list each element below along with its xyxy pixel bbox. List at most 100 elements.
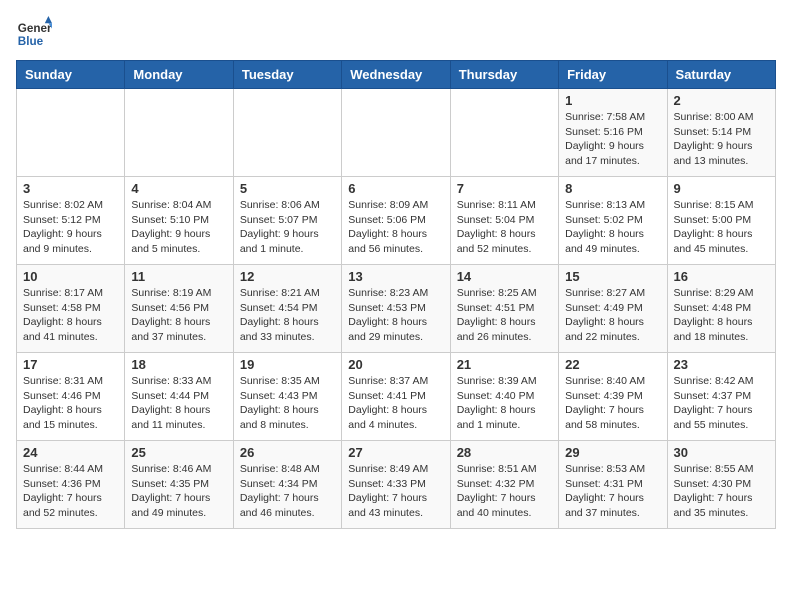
day-info: Sunrise: 8:39 AM Sunset: 4:40 PM Dayligh…	[457, 374, 552, 433]
calendar-day-cell: 7 Sunrise: 8:11 AM Sunset: 5:04 PM Daylig…	[450, 177, 558, 265]
calendar-day-cell	[233, 89, 341, 177]
calendar-day-cell: 27 Sunrise: 8:49 AM Sunset: 4:33 PM Dayli…	[342, 441, 450, 529]
day-number: 21	[457, 357, 552, 372]
day-number: 20	[348, 357, 443, 372]
day-info: Sunrise: 8:31 AM Sunset: 4:46 PM Dayligh…	[23, 374, 118, 433]
calendar-day-cell: 4 Sunrise: 8:04 AM Sunset: 5:10 PM Daylig…	[125, 177, 233, 265]
calendar-day-cell: 30 Sunrise: 8:55 AM Sunset: 4:30 PM Dayli…	[667, 441, 775, 529]
calendar-week-row: 24 Sunrise: 8:44 AM Sunset: 4:36 PM Dayli…	[17, 441, 776, 529]
calendar-day-cell: 6 Sunrise: 8:09 AM Sunset: 5:06 PM Daylig…	[342, 177, 450, 265]
svg-text:Blue: Blue	[18, 35, 44, 48]
weekday-header-row: SundayMondayTuesdayWednesdayThursdayFrid…	[17, 61, 776, 89]
calendar-day-cell	[450, 89, 558, 177]
calendar-day-cell: 20 Sunrise: 8:37 AM Sunset: 4:41 PM Dayli…	[342, 353, 450, 441]
calendar-day-cell: 14 Sunrise: 8:25 AM Sunset: 4:51 PM Dayli…	[450, 265, 558, 353]
day-info: Sunrise: 8:11 AM Sunset: 5:04 PM Dayligh…	[457, 198, 552, 257]
day-info: Sunrise: 8:13 AM Sunset: 5:02 PM Dayligh…	[565, 198, 660, 257]
day-number: 18	[131, 357, 226, 372]
day-number: 17	[23, 357, 118, 372]
day-number: 19	[240, 357, 335, 372]
day-info: Sunrise: 8:27 AM Sunset: 4:49 PM Dayligh…	[565, 286, 660, 345]
day-info: Sunrise: 8:19 AM Sunset: 4:56 PM Dayligh…	[131, 286, 226, 345]
day-number: 27	[348, 445, 443, 460]
calendar-day-cell	[125, 89, 233, 177]
calendar-day-cell: 24 Sunrise: 8:44 AM Sunset: 4:36 PM Dayli…	[17, 441, 125, 529]
day-number: 13	[348, 269, 443, 284]
day-number: 10	[23, 269, 118, 284]
calendar-day-cell: 16 Sunrise: 8:29 AM Sunset: 4:48 PM Dayli…	[667, 265, 775, 353]
day-info: Sunrise: 8:29 AM Sunset: 4:48 PM Dayligh…	[674, 286, 769, 345]
day-info: Sunrise: 8:37 AM Sunset: 4:41 PM Dayligh…	[348, 374, 443, 433]
day-info: Sunrise: 8:48 AM Sunset: 4:34 PM Dayligh…	[240, 462, 335, 521]
day-number: 12	[240, 269, 335, 284]
day-info: Sunrise: 8:51 AM Sunset: 4:32 PM Dayligh…	[457, 462, 552, 521]
calendar-body: 1 Sunrise: 7:58 AM Sunset: 5:16 PM Daylig…	[17, 89, 776, 529]
weekday-header-cell: Monday	[125, 61, 233, 89]
calendar-day-cell: 17 Sunrise: 8:31 AM Sunset: 4:46 PM Dayli…	[17, 353, 125, 441]
calendar-day-cell: 19 Sunrise: 8:35 AM Sunset: 4:43 PM Dayli…	[233, 353, 341, 441]
calendar-day-cell: 28Sunrise: 8:51 AM Sunset: 4:32 PM Dayli…	[450, 441, 558, 529]
logo: General Blue	[16, 16, 52, 52]
day-number: 24	[23, 445, 118, 460]
calendar-day-cell	[342, 89, 450, 177]
logo-icon: General Blue	[16, 16, 52, 52]
calendar-day-cell: 25 Sunrise: 8:46 AM Sunset: 4:35 PM Dayli…	[125, 441, 233, 529]
calendar-day-cell: 8Sunrise: 8:13 AM Sunset: 5:02 PM Daylig…	[559, 177, 667, 265]
day-info: Sunrise: 8:42 AM Sunset: 4:37 PM Dayligh…	[674, 374, 769, 433]
weekday-header-cell: Tuesday	[233, 61, 341, 89]
day-number: 30	[674, 445, 769, 460]
day-info: Sunrise: 8:46 AM Sunset: 4:35 PM Dayligh…	[131, 462, 226, 521]
calendar-day-cell: 9Sunrise: 8:15 AM Sunset: 5:00 PM Daylig…	[667, 177, 775, 265]
day-number: 16	[674, 269, 769, 284]
day-info: Sunrise: 8:44 AM Sunset: 4:36 PM Dayligh…	[23, 462, 118, 521]
day-info: Sunrise: 8:17 AM Sunset: 4:58 PM Dayligh…	[23, 286, 118, 345]
calendar-day-cell: 21 Sunrise: 8:39 AM Sunset: 4:40 PM Dayli…	[450, 353, 558, 441]
day-info: Sunrise: 8:33 AM Sunset: 4:44 PM Dayligh…	[131, 374, 226, 433]
day-number: 22	[565, 357, 660, 372]
day-number: 25	[131, 445, 226, 460]
day-info: Sunrise: 8:55 AM Sunset: 4:30 PM Dayligh…	[674, 462, 769, 521]
day-info: Sunrise: 7:58 AM Sunset: 5:16 PM Dayligh…	[565, 110, 660, 169]
calendar-day-cell: 11 Sunrise: 8:19 AM Sunset: 4:56 PM Dayli…	[125, 265, 233, 353]
calendar-day-cell: 1 Sunrise: 7:58 AM Sunset: 5:16 PM Daylig…	[559, 89, 667, 177]
day-number: 4	[131, 181, 226, 196]
day-number: 7	[457, 181, 552, 196]
calendar-week-row: 17 Sunrise: 8:31 AM Sunset: 4:46 PM Dayli…	[17, 353, 776, 441]
calendar-day-cell: 3 Sunrise: 8:02 AM Sunset: 5:12 PM Daylig…	[17, 177, 125, 265]
day-info: Sunrise: 8:06 AM Sunset: 5:07 PM Dayligh…	[240, 198, 335, 257]
day-number: 3	[23, 181, 118, 196]
calendar: SundayMondayTuesdayWednesdayThursdayFrid…	[16, 60, 776, 529]
day-info: Sunrise: 8:49 AM Sunset: 4:33 PM Dayligh…	[348, 462, 443, 521]
day-info: Sunrise: 8:35 AM Sunset: 4:43 PM Dayligh…	[240, 374, 335, 433]
day-info: Sunrise: 8:02 AM Sunset: 5:12 PM Dayligh…	[23, 198, 118, 257]
day-info: Sunrise: 8:23 AM Sunset: 4:53 PM Dayligh…	[348, 286, 443, 345]
day-number: 29	[565, 445, 660, 460]
calendar-day-cell	[17, 89, 125, 177]
weekday-header-cell: Sunday	[17, 61, 125, 89]
day-info: Sunrise: 8:21 AM Sunset: 4:54 PM Dayligh…	[240, 286, 335, 345]
day-info: Sunrise: 8:00 AM Sunset: 5:14 PM Dayligh…	[674, 110, 769, 169]
calendar-day-cell: 5Sunrise: 8:06 AM Sunset: 5:07 PM Daylig…	[233, 177, 341, 265]
calendar-week-row: 3 Sunrise: 8:02 AM Sunset: 5:12 PM Daylig…	[17, 177, 776, 265]
day-info: Sunrise: 8:04 AM Sunset: 5:10 PM Dayligh…	[131, 198, 226, 257]
day-number: 11	[131, 269, 226, 284]
weekday-header-cell: Thursday	[450, 61, 558, 89]
day-info: Sunrise: 8:25 AM Sunset: 4:51 PM Dayligh…	[457, 286, 552, 345]
calendar-day-cell: 22 Sunrise: 8:40 AM Sunset: 4:39 PM Dayli…	[559, 353, 667, 441]
day-number: 6	[348, 181, 443, 196]
calendar-day-cell: 2Sunrise: 8:00 AM Sunset: 5:14 PM Daylig…	[667, 89, 775, 177]
day-info: Sunrise: 8:53 AM Sunset: 4:31 PM Dayligh…	[565, 462, 660, 521]
day-info: Sunrise: 8:09 AM Sunset: 5:06 PM Dayligh…	[348, 198, 443, 257]
day-info: Sunrise: 8:40 AM Sunset: 4:39 PM Dayligh…	[565, 374, 660, 433]
weekday-header-cell: Wednesday	[342, 61, 450, 89]
day-number: 26	[240, 445, 335, 460]
calendar-day-cell: 15 Sunrise: 8:27 AM Sunset: 4:49 PM Dayli…	[559, 265, 667, 353]
day-number: 1	[565, 93, 660, 108]
day-info: Sunrise: 8:15 AM Sunset: 5:00 PM Dayligh…	[674, 198, 769, 257]
calendar-day-cell: 10 Sunrise: 8:17 AM Sunset: 4:58 PM Dayli…	[17, 265, 125, 353]
calendar-day-cell: 13 Sunrise: 8:23 AM Sunset: 4:53 PM Dayli…	[342, 265, 450, 353]
day-number: 15	[565, 269, 660, 284]
day-number: 14	[457, 269, 552, 284]
weekday-header-cell: Friday	[559, 61, 667, 89]
calendar-day-cell: 26 Sunrise: 8:48 AM Sunset: 4:34 PM Dayli…	[233, 441, 341, 529]
